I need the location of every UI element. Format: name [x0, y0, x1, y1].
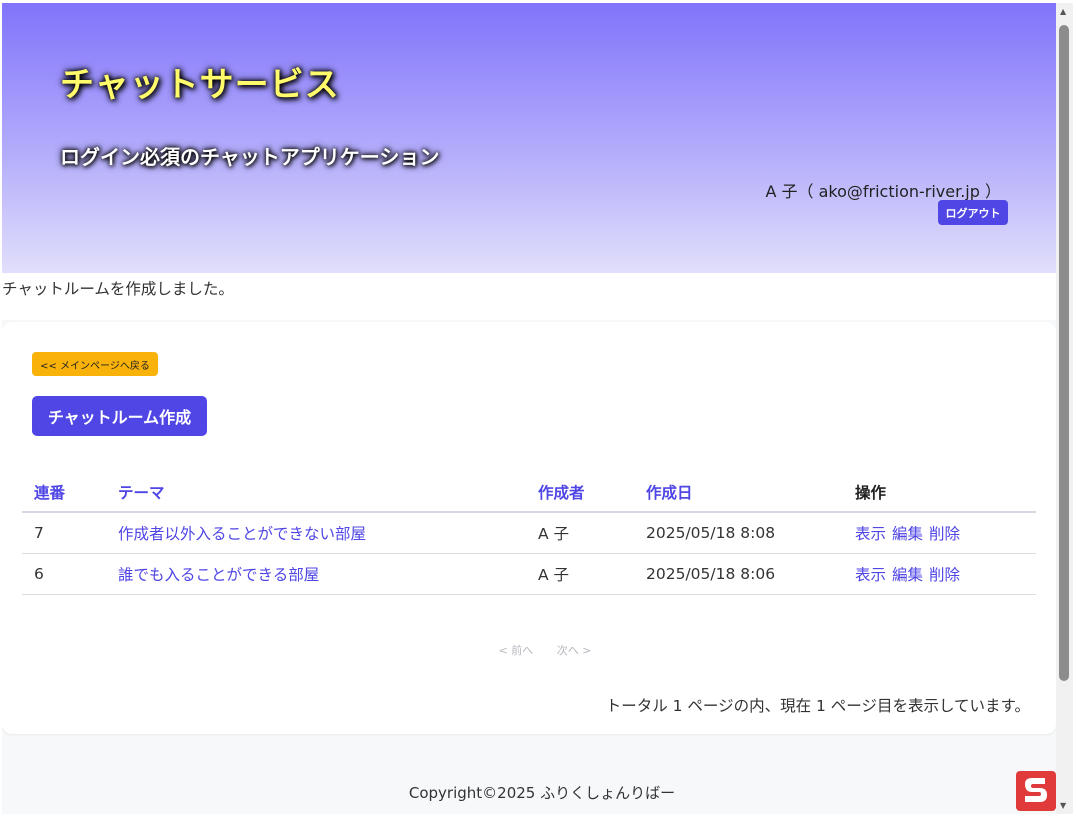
chatroom-table: 連番 テーマ 作成者 作成日 操作 7 作成者以外入ることができない部屋 A 子…: [22, 472, 1036, 595]
row-ops: 表示 編集 削除: [843, 512, 1036, 554]
show-link[interactable]: 表示: [855, 525, 886, 543]
delete-link[interactable]: 削除: [929, 566, 960, 584]
user-info: A 子（ ako@friction-river.jp ）: [765, 182, 1001, 201]
row-theme-link[interactable]: 作成者以外入ることができない部屋: [118, 525, 366, 543]
row-author: A 子: [526, 553, 634, 595]
back-to-main-button[interactable]: << メインページへ戻る: [32, 352, 158, 376]
column-header-id[interactable]: 連番: [22, 472, 106, 513]
scroll-up-arrow-icon[interactable]: ▲: [1060, 7, 1066, 16]
prev-page-link: < 前へ: [498, 644, 534, 657]
column-header-ops: 操作: [843, 472, 1036, 513]
row-theme-cell: 誰でも入ることができる部屋: [106, 553, 526, 595]
table-row: 6 誰でも入ることができる部屋 A 子 2025/05/18 8:06 表示 編集…: [22, 553, 1036, 595]
footer-copyright: Copyright©2025 ふりくしょんりばー: [408, 784, 676, 802]
table-header-row: 連番 テーマ 作成者 作成日 操作: [22, 472, 1036, 513]
vertical-scrollbar[interactable]: ▲ ▼: [1056, 3, 1073, 814]
column-header-author[interactable]: 作成者: [526, 472, 634, 513]
column-header-created[interactable]: 作成日: [634, 472, 843, 513]
app-title: チャットサービス: [60, 65, 340, 105]
edit-link[interactable]: 編集: [892, 566, 923, 584]
page-status-text: トータル 1 ページの内、現在 1 ページ目を表示しています。: [605, 697, 1030, 715]
pagination: < 前へ 次へ >: [2, 642, 1056, 658]
column-header-theme[interactable]: テーマ: [106, 472, 526, 513]
badge-logo-icon: [1025, 778, 1047, 802]
row-ops: 表示 編集 削除: [843, 553, 1036, 595]
logout-button[interactable]: ログアウト: [938, 200, 1008, 225]
row-id: 6: [22, 553, 106, 595]
row-created: 2025/05/18 8:06: [634, 553, 843, 595]
show-link[interactable]: 表示: [855, 566, 886, 584]
app-badge-icon[interactable]: [1016, 771, 1056, 811]
page-viewport: チャットサービス ログイン必須のチャットアプリケーション A 子（ ako@fr…: [2, 3, 1056, 814]
row-created: 2025/05/18 8:08: [634, 512, 843, 554]
main-card: << メインページへ戻る チャットルーム作成 連番 テーマ 作成者 作成日 操作: [2, 322, 1056, 734]
app-subtitle: ログイン必須のチャットアプリケーション: [60, 145, 440, 169]
page-header: チャットサービス ログイン必須のチャットアプリケーション A 子（ ako@fr…: [2, 3, 1056, 273]
row-theme-link[interactable]: 誰でも入ることができる部屋: [118, 566, 319, 584]
table-row: 7 作成者以外入ることができない部屋 A 子 2025/05/18 8:08 表…: [22, 512, 1036, 554]
delete-link[interactable]: 削除: [929, 525, 960, 543]
create-chatroom-button[interactable]: チャットルーム作成: [32, 396, 207, 436]
next-page-link: 次へ >: [556, 644, 592, 657]
scrollbar-thumb[interactable]: [1059, 25, 1069, 681]
row-author: A 子: [526, 512, 634, 554]
edit-link[interactable]: 編集: [892, 525, 923, 543]
flash-message: チャットルームを作成しました。: [2, 273, 1056, 320]
row-theme-cell: 作成者以外入ることができない部屋: [106, 512, 526, 554]
row-id: 7: [22, 512, 106, 554]
scroll-down-arrow-icon[interactable]: ▼: [1060, 801, 1066, 810]
